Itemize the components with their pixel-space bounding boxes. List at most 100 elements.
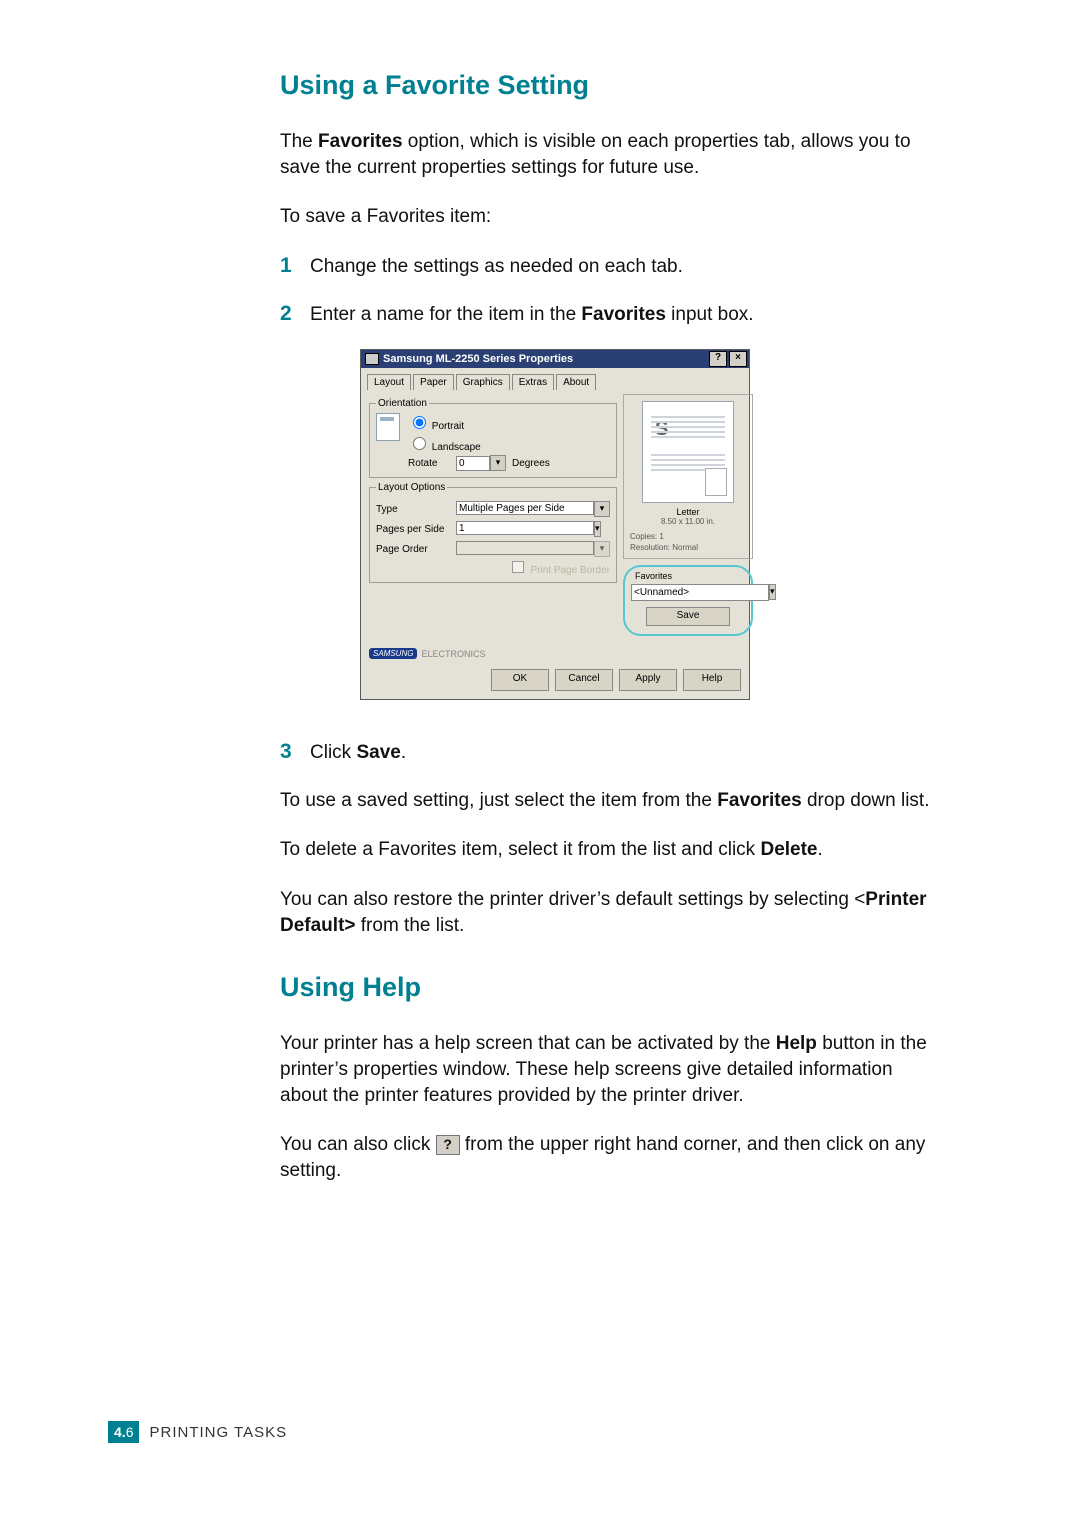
type-select[interactable] [456,501,594,515]
favorites-bold: Favorites [318,131,402,152]
pages-per-side-select[interactable] [456,521,594,535]
page-preview: S Letter 8.50 x 11.00 in. Copies: 1 Reso… [623,394,753,559]
tab-extras[interactable]: Extras [512,374,554,390]
page-order-select [456,541,594,555]
pages-per-side-label: Pages per Side [376,524,456,535]
text: To delete a Favorites item, select it fr… [280,839,760,860]
page-number: 6 [126,1424,134,1440]
apply-button[interactable]: Apply [619,669,677,691]
radio-portrait-label: Portrait [432,421,464,432]
text: input box. [666,304,754,325]
step-2: 2 Enter a name for the item in the Favor… [280,302,930,328]
step-1: 1 Change the settings as needed on each … [280,254,930,280]
text: . [401,742,406,763]
dialog-logo-row: SAMSUNG ELECTRONICS [361,644,749,663]
step-number: 1 [280,254,310,278]
printer-icon [365,353,379,365]
favorites-save-button[interactable]: Save [646,607,730,626]
use-saved-paragraph: To use a saved setting, just select the … [280,788,930,814]
intro-paragraph: The Favorites option, which is visible o… [280,129,930,180]
restore-paragraph: You can also restore the printer driver’… [280,887,930,938]
chapter-number: 4. [114,1424,126,1440]
page-order-label: Page Order [376,544,456,555]
page-number-box: 4.6 [108,1421,139,1443]
step-text: Enter a name for the item in the Favorit… [310,302,754,328]
page-preview-graphic: S [642,401,734,503]
dialog-tabstrip: Layout Paper Graphics Extras About [361,368,749,390]
favorites-select[interactable] [631,584,769,601]
samsung-logo: SAMSUNG [369,648,417,659]
delete-bold: Delete [760,839,817,860]
paper-dimensions: 8.50 x 11.00 in. [630,517,746,526]
cancel-button[interactable]: Cancel [555,669,613,691]
copies-info: Copies: 1 [630,532,746,541]
ok-button[interactable]: OK [491,669,549,691]
orientation-preview-icon [376,413,400,441]
preview-mini-page-icon [705,468,727,496]
print-page-border-row: Print Page Border [376,561,610,576]
properties-dialog: Samsung ML-2250 Series Properties ? × La… [360,349,750,700]
text: Your printer has a help screen that can … [280,1033,776,1054]
help-paragraph-1: Your printer has a help screen that can … [280,1031,930,1108]
samsung-sublabel: ELECTRONICS [421,649,485,659]
step-text: Change the settings as needed on each ta… [310,254,683,280]
rotate-label: Rotate [408,458,456,469]
text: You can also restore the printer driver’… [280,889,865,910]
resolution-info: Resolution: Normal [630,543,746,552]
rotate-dropdown-arrow-icon[interactable]: ▾ [490,455,506,471]
tab-graphics[interactable]: Graphics [456,374,510,390]
page-footer: 4.6 PRINTING TASKS [108,1421,287,1443]
degrees-label: Degrees [512,458,550,469]
save-bold: Save [356,742,400,763]
titlebar-help-button[interactable]: ? [709,351,727,367]
properties-dialog-figure: Samsung ML-2250 Series Properties ? × La… [360,349,750,700]
text: . [818,839,823,860]
po-dropdown-arrow-icon: ▾ [594,541,610,557]
favorites-highlight: Favorites ▾ Save [623,565,753,636]
paper-name: Letter [630,507,746,517]
favorites-legend: Favorites [635,571,745,581]
question-mark-icon: ? [436,1135,460,1155]
help-button[interactable]: Help [683,669,741,691]
text: The [280,131,318,152]
text: Click [310,742,356,763]
favorites-bold: Favorites [717,790,801,811]
step-number: 3 [280,740,310,764]
radio-landscape[interactable]: Landscape [408,434,610,453]
print-page-border-checkbox [512,561,524,573]
text: You can also click [280,1134,436,1155]
heading-favorite-setting: Using a Favorite Setting [280,70,930,101]
text: from the list. [356,915,465,936]
print-page-border-label: Print Page Border [531,565,611,576]
pps-dropdown-arrow-icon[interactable]: ▾ [594,521,601,537]
delete-paragraph: To delete a Favorites item, select it fr… [280,837,930,863]
tab-paper[interactable]: Paper [413,374,454,390]
favorites-dropdown-arrow-icon[interactable]: ▾ [769,584,776,600]
text: To use a saved setting, just select the … [280,790,717,811]
layout-options-legend: Layout Options [376,482,447,493]
titlebar-close-button[interactable]: × [729,351,747,367]
radio-portrait[interactable]: Portrait [408,413,610,432]
dialog-titlebar: Samsung ML-2250 Series Properties ? × [361,350,749,368]
tab-layout[interactable]: Layout [367,374,411,390]
help-paragraph-2: You can also click ? from the upper righ… [280,1132,930,1183]
text: Enter a name for the item in the [310,304,581,325]
radio-landscape-label: Landscape [432,442,481,453]
dialog-button-row: OK Cancel Apply Help [361,663,749,699]
step-3: 3 Click Save. [280,740,930,766]
favorites-bold: Favorites [581,304,665,325]
type-label: Type [376,504,456,515]
radio-portrait-input[interactable] [413,416,426,429]
step-number: 2 [280,302,310,326]
dialog-title: Samsung ML-2250 Series Properties [383,353,707,365]
help-bold: Help [776,1033,817,1054]
tab-about[interactable]: About [556,374,596,390]
step-text: Click Save. [310,740,406,766]
text: drop down list. [802,790,930,811]
layout-options-group: Layout Options Type ▾ Pages per Side [369,482,617,583]
save-intro: To save a Favorites item: [280,204,930,230]
footer-title: PRINTING TASKS [149,1424,287,1441]
type-dropdown-arrow-icon[interactable]: ▾ [594,501,610,517]
radio-landscape-input[interactable] [413,437,426,450]
rotate-input[interactable] [456,456,490,471]
